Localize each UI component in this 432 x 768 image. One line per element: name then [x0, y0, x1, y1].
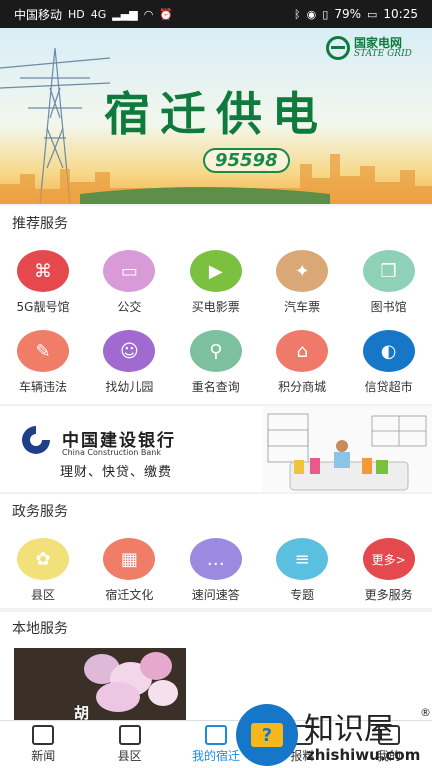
- service-label: 5G靓号馆: [16, 300, 70, 314]
- service-label: 专题: [290, 588, 315, 602]
- service-label: 买电影票: [191, 300, 240, 314]
- service-label: 速问速答: [191, 588, 240, 602]
- ccb-logo-icon: [22, 426, 50, 454]
- service-label: 图书馆: [370, 300, 407, 314]
- service-item-government-4[interactable]: 更多> 更多服务: [346, 538, 432, 603]
- service-label: 公交: [117, 300, 142, 314]
- government-header: 政务服务: [0, 494, 432, 528]
- map-icon: ✿: [17, 538, 69, 580]
- nav-label: 我的宿迁: [192, 749, 241, 763]
- shop-icon: ⌂: [276, 330, 329, 372]
- service-item-government-0[interactable]: ✿ 县区: [0, 538, 86, 603]
- more-icon: 更多>: [362, 538, 415, 580]
- service-label: 找幼儿园: [105, 380, 154, 394]
- service-label: 汽车票: [284, 300, 321, 314]
- promo-banner[interactable]: 国家电网 STATE GRID 宿迁供电 95598: [0, 28, 432, 204]
- clipboard-icon: ✎: [17, 330, 69, 372]
- ccb-ad-banner[interactable]: 中国建设银行 China Construction Bank 理财、快贷、缴费: [0, 406, 432, 492]
- local-thumbnail[interactable]: 胡: [14, 648, 186, 720]
- state-grid-logo: 国家电网 STATE GRID: [326, 36, 412, 60]
- watermark-logo-icon: ?: [236, 704, 298, 766]
- nav-item-1[interactable]: 县区: [86, 721, 172, 768]
- vibrate-icon: ▯: [322, 7, 329, 21]
- clock: 10:25: [383, 7, 418, 21]
- service-label: 积分商城: [278, 380, 327, 394]
- banner-title: 宿迁供电: [104, 87, 328, 141]
- network-type: 4G: [90, 7, 107, 21]
- service-item-recommended-9[interactable]: ◐ 信贷超市: [346, 330, 432, 395]
- recommended-header: 推荐服务: [0, 206, 432, 240]
- service-label: 信贷超市: [364, 380, 413, 394]
- service-item-recommended-5[interactable]: ✎ 车辆违法: [0, 330, 86, 395]
- child-icon: ☺: [103, 330, 156, 372]
- battery-percent: 79%: [334, 7, 361, 21]
- hotline-badge: 95598: [203, 148, 290, 173]
- watermark-text: 知识屋: [304, 712, 394, 747]
- local-header: 本地服务: [0, 612, 432, 644]
- building-icon: [205, 725, 228, 745]
- brand-en: STATE GRID: [354, 48, 412, 59]
- state-grid-icon: [326, 36, 350, 60]
- film-icon: ▶: [189, 250, 242, 292]
- service-item-recommended-8[interactable]: ⌂ 积分商城: [259, 330, 345, 395]
- watermark-reg: ®: [420, 706, 431, 719]
- news-icon: [32, 725, 55, 745]
- signal-icon: ▂▄▆: [112, 7, 138, 21]
- site-watermark: ? 知识屋 ® zhishiwu.com: [234, 700, 432, 768]
- location-icon: ◉: [306, 7, 317, 21]
- nav-label: 新闻: [31, 749, 56, 763]
- service-label: 车辆违法: [18, 380, 67, 394]
- bluetooth-icon: ᛒ: [294, 7, 301, 21]
- service-item-government-3[interactable]: ≡ 专题: [259, 538, 345, 603]
- service-item-recommended-1[interactable]: ▭ 公交: [86, 250, 172, 315]
- recommended-grid: ⌘ 5G靓号馆 ▭ 公交 ▶ 买电影票 ✦ 汽车票 ❒ 图书馆 ✎ 车辆违法 ☺ 找幼儿园 ⚲ 重名查询 ⌂ 积分…: [0, 240, 432, 404]
- service-item-recommended-2[interactable]: ▶ 买电影票: [173, 250, 259, 315]
- map-book-icon: [118, 725, 141, 745]
- service-item-government-1[interactable]: ▦ 宿迁文化: [86, 538, 172, 603]
- nav-item-0[interactable]: 新闻: [0, 721, 86, 768]
- service-label: 县区: [30, 588, 55, 602]
- carrier-label: 中国移动: [14, 7, 63, 22]
- service-item-recommended-6[interactable]: ☺ 找幼儿园: [86, 330, 172, 395]
- chat-icon: …: [189, 538, 242, 580]
- ccb-slogan: 理财、快贷、缴费: [60, 465, 173, 480]
- service-item-recommended-7[interactable]: ⚲ 重名查询: [173, 330, 259, 395]
- ticket-icon: ✦: [276, 250, 329, 292]
- watermark-url: zhishiwu.com: [306, 746, 421, 764]
- ccb-name-en: China Construction Bank: [62, 448, 161, 457]
- bus-icon: ▭: [103, 250, 156, 292]
- service-item-recommended-4[interactable]: ❒ 图书馆: [346, 250, 432, 315]
- service-item-government-2[interactable]: … 速问速答: [173, 538, 259, 603]
- magnifier-icon: ⚲: [189, 330, 242, 372]
- service-label: 更多服务: [364, 588, 413, 602]
- thumb-sign-text: 胡: [74, 704, 90, 720]
- alarm-icon: ⏰: [159, 7, 173, 21]
- service-label: 重名查询: [191, 380, 240, 394]
- book-icon: ❒: [362, 250, 415, 292]
- wifi-icon: ◠: [143, 7, 154, 21]
- service-label: 宿迁文化: [105, 588, 154, 602]
- government-grid: ✿ 县区 ▦ 宿迁文化 … 速问速答 ≡ 专题 更多> 更多服务: [0, 528, 432, 608]
- nav-label: 县区: [117, 749, 142, 763]
- status-bar: 中国移动 HD 4G ▂▄▆ ◠ ⏰ ᛒ ◉ ▯ 79% ▭ 10:25: [0, 0, 432, 28]
- brand-cn: 国家电网: [354, 35, 403, 50]
- service-item-recommended-0[interactable]: ⌘ 5G靓号馆: [0, 250, 86, 315]
- picture-icon: ▦: [103, 538, 156, 580]
- living-room-illustration: [262, 406, 432, 492]
- ccb-bank-icon: ◐: [362, 330, 415, 372]
- knot-icon: ⌘: [17, 250, 69, 292]
- hd-badge: HD: [68, 7, 85, 21]
- service-item-recommended-3[interactable]: ✦ 汽车票: [259, 250, 345, 315]
- battery-icon: ▭: [367, 7, 378, 21]
- newspaper-icon: ≡: [276, 538, 329, 580]
